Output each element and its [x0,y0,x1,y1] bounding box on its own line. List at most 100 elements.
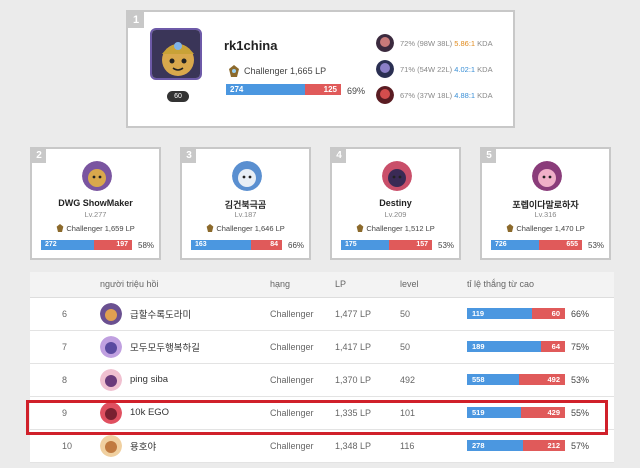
row-tier: Challenger [270,330,335,364]
champion-stat[interactable]: 71% (54W 22L) 4.02:1 KDA [376,60,493,78]
ranking-table: người triệu hồi hạng LP level tỉ lệ thắn… [30,272,614,463]
wins-segment: 519 [467,407,521,418]
top1-card[interactable]: 1 60 rk1china Challenger 1,665 LP 274 12… [126,10,515,128]
losses-segment: 60 [531,308,565,319]
row-winrate: 119 60 66% [467,297,614,331]
summoner-name[interactable]: 모두모두행복하길 [130,340,200,354]
summoner-name[interactable]: 10k EGO [130,407,169,418]
row-summoner[interactable]: 10k EGO [100,396,270,430]
table-row[interactable]: 9 10k EGO Challenger 1,335 LP 101 519 42… [30,396,614,430]
rank-badge: 2 [32,149,46,163]
row-rank: 8 [30,363,100,397]
tier-name: Challenger [244,66,288,76]
challenger-icon [228,65,240,77]
champion-stat[interactable]: 67% (37W 18L) 4.88:1 KDA [376,86,493,104]
winloss-bar: 272 197 [41,240,132,250]
wins-segment: 119 [467,308,532,319]
summoner-avatar [100,368,122,391]
winloss-bar: 163 84 [191,240,282,250]
champion-icon [376,34,394,52]
lp-value: 1,646 LP [254,224,285,233]
rank-header [30,272,100,298]
summoner-name[interactable]: ping siba [130,374,168,385]
table-row[interactable]: 6 급할수록도라미 Challenger 1,477 LP 50 119 60 … [30,297,614,331]
champion-stat[interactable]: 72% (98W 38L) 5.86:1 KDA [376,34,493,52]
row-summoner[interactable]: ping siba [100,363,270,397]
tier-lp: Challenger 1,659 LP [32,224,159,233]
kda-label: KDA [477,38,493,48]
winrate: 58% [138,241,155,250]
lp-value: 1,659 LP [104,224,135,233]
row-tier: Challenger [270,429,335,463]
player-level: Lv.187 [234,210,257,219]
tier-name: Challenger [216,224,253,233]
wins-segment: 274 [226,84,306,95]
rank-badge: 3 [182,149,196,163]
row-level: 116 [400,429,467,463]
row-winrate: 278 212 57% [467,429,614,463]
top-card[interactable]: 2 DWG ShowMaker Lv.277 Challenger 1,659 … [30,147,161,260]
losses-segment: 157 [389,240,432,250]
kda-label: KDA [477,90,493,100]
summoner-name[interactable]: 급할수록도라미 [130,307,191,321]
winloss-bar: 519 429 [467,407,565,418]
player-name[interactable]: Destiny [332,198,459,208]
row-summoner[interactable]: 모두모두행복하길 [100,330,270,364]
player-name[interactable]: DWG ShowMaker [32,198,159,208]
champion-winrate: 67% [400,90,416,100]
tier-lp: Challenger 1,512 LP [332,224,459,233]
lp-value: 1,512 LP [404,224,435,233]
tier-lp: Challenger 1,646 LP [182,224,309,233]
rank-badge: 1 [128,12,144,28]
level-header: level [400,272,467,298]
row-rank: 10 [30,429,100,463]
wins-segment: 175 [341,240,390,250]
top-card[interactable]: 5 포렙이다말로하자 Lv.316 Challenger 1,470 LP 72… [480,147,611,260]
winrate: 53% [588,241,605,250]
lp-header: LP [335,272,400,298]
profile-avatar[interactable] [82,161,112,191]
champion-kda: 4.02:1 [454,64,476,74]
losses-segment: 429 [520,407,565,418]
row-summoner[interactable]: 급할수록도라미 [100,297,270,331]
table-row[interactable]: 7 모두모두행복하길 Challenger 1,417 LP 50 189 64… [30,330,614,364]
player-name[interactable]: rk1china [224,38,277,53]
table-row[interactable]: 8 ping siba Challenger 1,370 LP 492 558 … [30,363,614,397]
row-lp: 1,417 LP [335,330,400,364]
rank-badge: 5 [482,149,496,163]
winloss-bar: 558 492 [467,374,565,385]
losses-segment: 212 [522,440,565,451]
row-tier: Challenger [270,396,335,430]
lp-value: 1,470 LP [554,224,585,233]
wins-segment: 558 [467,374,519,385]
summoner-header: người triệu hồi [100,272,270,298]
winrate: 53% [571,374,590,385]
wins-segment: 272 [41,240,94,250]
top-card[interactable]: 3 김건북극곰 Lv.187 Challenger 1,646 LP 163 8… [180,147,311,260]
profile-avatar[interactable] [150,28,202,80]
tier-name: Challenger [516,224,553,233]
row-summoner[interactable]: 용호야 [100,429,270,463]
champion-icon [376,86,394,104]
row-winrate: 558 492 53% [467,363,614,397]
winloss-bar: 189 64 [467,341,565,352]
profile-avatar[interactable] [382,161,412,191]
summoner-avatar [100,434,122,457]
champion-icon [376,60,394,78]
profile-avatar[interactable] [232,161,262,191]
winrate: 69% [347,86,366,96]
winrate: 53% [438,241,455,250]
top-card[interactable]: 4 Destiny Lv.209 Challenger 1,512 LP 175… [330,147,461,260]
winrate: 75% [571,341,590,352]
row-level: 50 [400,297,467,331]
row-winrate: 189 64 75% [467,330,614,364]
summoner-name[interactable]: 용호야 [130,439,156,453]
row-rank: 7 [30,330,100,364]
lp-value: 1,665 LP [290,66,327,76]
winloss-bar: 278 212 [467,440,565,451]
champion-kda: 4.88:1 [454,90,476,100]
winrate: 66% [571,308,590,319]
profile-avatar[interactable] [532,161,562,191]
wins-segment: 726 [491,240,540,250]
table-row[interactable]: 10 용호야 Challenger 1,348 LP 116 278 212 5… [30,429,614,463]
